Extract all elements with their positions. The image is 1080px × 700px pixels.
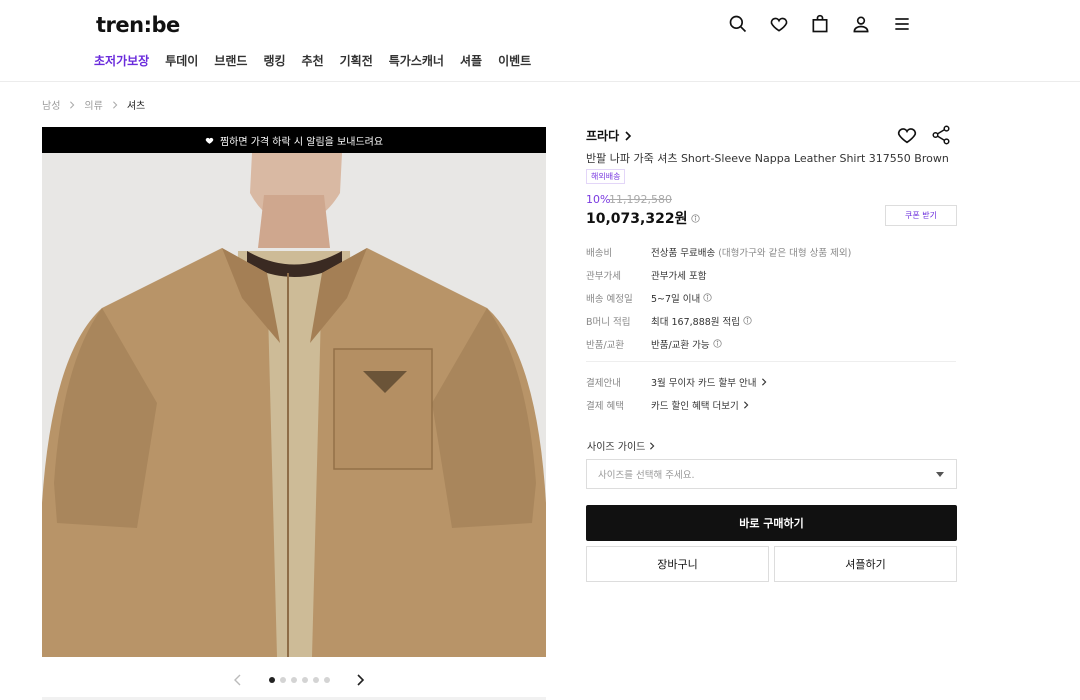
info-row-delivery: 배송 예정일 5~7일 이내 bbox=[586, 286, 956, 309]
brand-link[interactable]: 프라다 bbox=[586, 127, 633, 144]
user-icon[interactable] bbox=[849, 12, 872, 35]
shipping-text: 전상품 무료배송 bbox=[651, 247, 716, 259]
points-label: B머니 적립 bbox=[586, 316, 631, 328]
product-image-gallery[interactable]: 찜하면 가격 하락 시 알림을 보내드려요 bbox=[42, 127, 546, 657]
payment-value: 3월 무이자 카드 할부 안내 bbox=[651, 375, 768, 389]
points-text: 최대 167,888원 적립 bbox=[651, 316, 741, 328]
payment-label: 결제안내 bbox=[586, 377, 621, 389]
payment-text: 3월 무이자 카드 할부 안내 bbox=[651, 377, 757, 389]
banner-text: 찜하면 가격 하락 시 알림을 보내드려요 bbox=[219, 136, 384, 148]
buy-now-button[interactable]: 바로 구매하기 bbox=[586, 505, 957, 541]
shopping-bag-icon[interactable] bbox=[808, 12, 831, 35]
gallery-dot[interactable] bbox=[302, 677, 308, 683]
breadcrumb-item-shirts[interactable]: 셔츠 bbox=[127, 97, 145, 112]
nav-item-recommend[interactable]: 추천 bbox=[302, 52, 324, 69]
product-info-table: 배송비 전상품 무료배송 (대형가구와 같은 대형 상품 제외) 관부가세 관부… bbox=[586, 240, 956, 416]
info-row-benefit[interactable]: 결제 혜택 카드 할인 혜택 더보기 bbox=[586, 393, 956, 416]
chevron-right-icon[interactable] bbox=[354, 674, 366, 686]
product-photo bbox=[42, 153, 546, 657]
chevron-right-icon bbox=[70, 100, 75, 109]
size-guide-label: 사이즈 가이드 bbox=[587, 442, 646, 453]
info-row-points: B머니 적립 최대 167,888원 적립 bbox=[586, 309, 956, 332]
benefit-label: 결제 혜택 bbox=[586, 400, 624, 412]
delivery-label: 배송 예정일 bbox=[586, 293, 633, 305]
final-price-value: 10,073,322원 bbox=[586, 211, 688, 227]
discount-rate: 10% bbox=[586, 193, 611, 206]
nav-item-today[interactable]: 투데이 bbox=[165, 52, 198, 69]
nav-item-ranking[interactable]: 랭킹 bbox=[263, 52, 285, 69]
header-divider bbox=[0, 81, 1080, 82]
final-price: 10,073,322원 bbox=[586, 208, 701, 228]
size-select[interactable]: 사이즈를 선택해 주세요. bbox=[586, 459, 957, 489]
gallery-dot[interactable] bbox=[324, 677, 330, 683]
info-row-tax: 관부가세 관부가세 포함 bbox=[586, 263, 956, 286]
info-icon[interactable] bbox=[743, 316, 752, 325]
heart-filled-icon bbox=[205, 137, 214, 144]
gallery-controls bbox=[232, 674, 366, 686]
return-label: 반품/교환 bbox=[586, 339, 625, 351]
gallery-dot[interactable] bbox=[269, 677, 275, 683]
brand-name: 프라다 bbox=[586, 129, 620, 143]
info-icon[interactable] bbox=[703, 293, 712, 302]
delivery-text: 5~7일 이내 bbox=[651, 293, 701, 305]
info-icon[interactable] bbox=[691, 213, 701, 223]
info-divider bbox=[586, 361, 956, 362]
shipping-value: 전상품 무료배송 (대형가구와 같은 대형 상품 제외) bbox=[651, 245, 851, 259]
add-to-cart-button[interactable]: 장바구니 bbox=[586, 546, 769, 582]
overseas-shipping-badge: 해외배송 bbox=[586, 169, 626, 184]
share-icon[interactable] bbox=[930, 124, 952, 146]
chevron-left-icon[interactable] bbox=[232, 674, 244, 686]
wishlist-alert-banner: 찜하면 가격 하락 시 알림을 보내드려요 bbox=[42, 127, 546, 153]
tax-label: 관부가세 bbox=[586, 270, 621, 282]
nav-item-exhibition[interactable]: 기획전 bbox=[340, 52, 373, 69]
return-value: 반품/교환 가능 bbox=[651, 337, 722, 351]
trenbe-logo[interactable]: tren:be bbox=[96, 13, 180, 37]
chevron-right-icon bbox=[625, 130, 632, 141]
shuffle-button[interactable]: 셔플하기 bbox=[774, 546, 957, 582]
original-price: 11,192,580 bbox=[609, 193, 672, 206]
benefit-value: 카드 할인 혜택 더보기 bbox=[651, 398, 750, 412]
breadcrumb-item-men[interactable]: 남성 bbox=[42, 97, 60, 112]
nav-item-price-scanner[interactable]: 특가스캐너 bbox=[389, 52, 444, 69]
gallery-dot[interactable] bbox=[291, 677, 297, 683]
benefit-text: 카드 할인 혜택 더보기 bbox=[651, 400, 739, 412]
size-select-placeholder: 사이즈를 선택해 주세요. bbox=[598, 470, 695, 481]
header-actions bbox=[726, 12, 913, 35]
breadcrumb-item-clothing[interactable]: 의류 bbox=[84, 97, 102, 112]
search-icon[interactable] bbox=[726, 12, 749, 35]
info-row-payment[interactable]: 결제안내 3월 무이자 카드 할부 안내 bbox=[586, 370, 956, 393]
caret-down-icon bbox=[936, 472, 944, 477]
delivery-value: 5~7일 이내 bbox=[651, 291, 712, 305]
main-nav: 초저가보장 투데이 브랜드 랭킹 추천 기획전 특가스캐너 셔플 이벤트 bbox=[94, 52, 531, 69]
nav-item-event[interactable]: 이벤트 bbox=[498, 52, 531, 69]
gallery-dot[interactable] bbox=[313, 677, 319, 683]
wishlist-heart-icon[interactable] bbox=[896, 124, 918, 146]
points-value: 최대 167,888원 적립 bbox=[651, 314, 752, 328]
product-title: 반팔 나파 가죽 셔츠 Short-Sleeve Nappa Leather S… bbox=[586, 152, 949, 165]
chevron-right-icon bbox=[761, 377, 766, 386]
nav-item-shuffle[interactable]: 셔플 bbox=[460, 52, 482, 69]
breadcrumb: 남성 의류 셔츠 bbox=[42, 97, 145, 112]
nav-item-brand[interactable]: 브랜드 bbox=[214, 52, 247, 69]
gallery-pagination bbox=[269, 677, 330, 683]
menu-icon[interactable] bbox=[890, 12, 913, 35]
chevron-right-icon bbox=[650, 441, 655, 450]
return-text: 반품/교환 가능 bbox=[651, 339, 710, 351]
tax-value: 관부가세 포함 bbox=[651, 270, 707, 282]
info-icon[interactable] bbox=[713, 339, 722, 348]
chevron-right-icon bbox=[743, 400, 749, 409]
info-row-shipping: 배송비 전상품 무료배송 (대형가구와 같은 대형 상품 제외) bbox=[586, 240, 956, 263]
chevron-right-icon bbox=[112, 100, 118, 109]
gallery-dot[interactable] bbox=[280, 677, 286, 683]
size-guide-link[interactable]: 사이즈 가이드 bbox=[587, 438, 656, 453]
shipping-label: 배송비 bbox=[586, 247, 613, 259]
heart-icon[interactable] bbox=[767, 12, 790, 35]
coupon-button[interactable]: 쿠폰 받기 bbox=[885, 205, 957, 226]
nav-item-lowest-price[interactable]: 초저가보장 bbox=[94, 52, 149, 69]
info-row-return: 반품/교환 반품/교환 가능 bbox=[586, 332, 956, 355]
shipping-note: (대형가구와 같은 대형 상품 제외) bbox=[718, 247, 852, 259]
